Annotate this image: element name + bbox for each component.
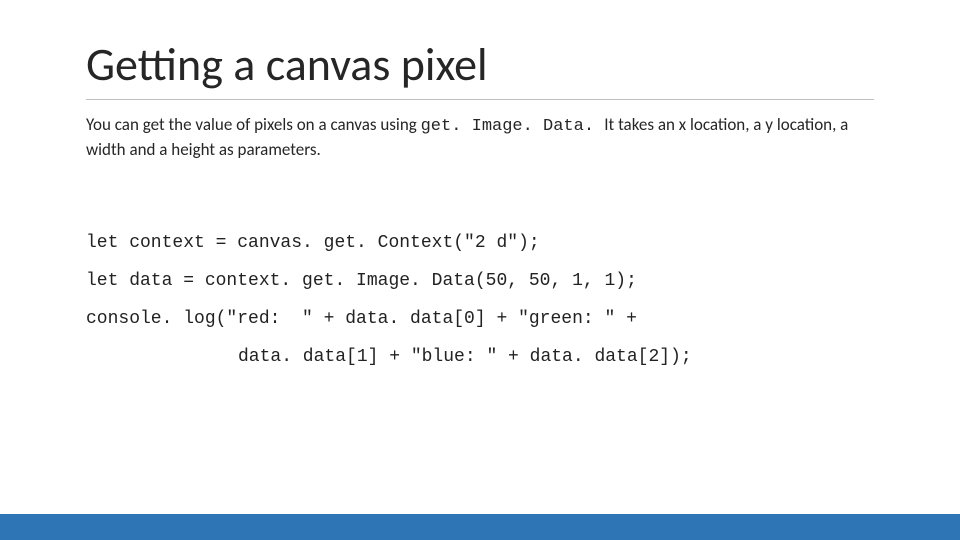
footer-accent-bar [0, 514, 960, 540]
description-mono: get. Image. Data. [421, 117, 605, 136]
title-underline [86, 99, 874, 100]
code-line-3: console. log("red: " + data. data[0] + "… [86, 309, 637, 329]
description-part1: You can get the value of pixels on a can… [86, 114, 421, 135]
slide-body: Getting a canvas pixel You can get the v… [0, 0, 960, 540]
code-line-2: let data = context. get. Image. Data(50,… [86, 271, 637, 291]
code-block: let context = canvas. get. Context("2 d"… [86, 187, 874, 414]
code-line-4: data. data[1] + "blue: " + data. data[2]… [86, 339, 692, 377]
code-line-1: let context = canvas. get. Context("2 d"… [86, 233, 540, 253]
slide-title: Getting a canvas pixel [86, 40, 874, 91]
description-paragraph: You can get the value of pixels on a can… [86, 114, 874, 162]
